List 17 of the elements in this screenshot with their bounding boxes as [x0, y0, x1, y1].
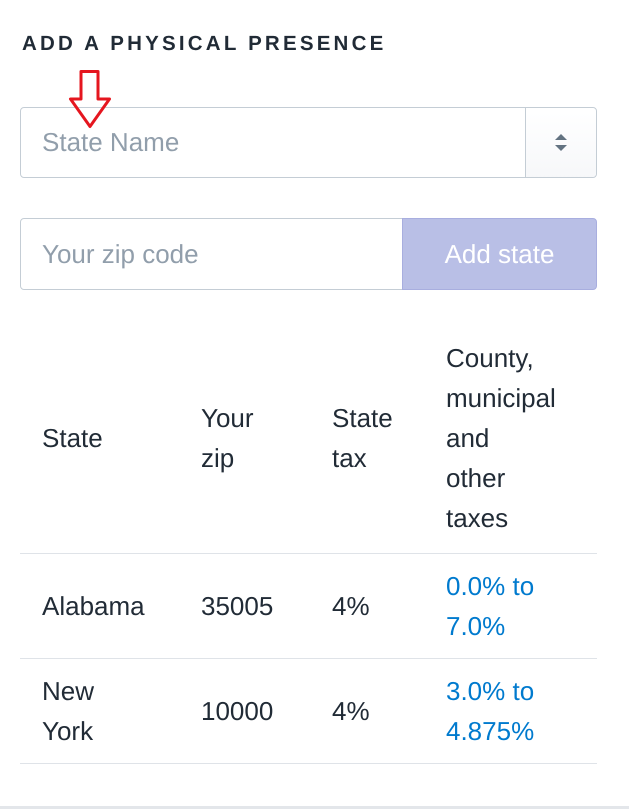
column-header: State [20, 323, 180, 554]
chevron-up-down-icon [555, 134, 567, 151]
tax-range-link[interactable]: 0.0% to 7.0% [446, 566, 557, 646]
column-header: Your zip [180, 323, 311, 554]
zip-code-field[interactable]: Your zip code [20, 218, 403, 290]
tax-range-link[interactable]: 3.0% to 4.875% [446, 671, 557, 751]
table-cell: 4% [311, 658, 425, 764]
column-header: State tax [311, 323, 425, 554]
table-cell: New York [20, 658, 180, 764]
table-cell: 10000 [180, 658, 311, 764]
table-cell: Alabama [20, 554, 180, 658]
state-select[interactable]: State Name [20, 107, 597, 178]
down-arrow-icon [68, 70, 112, 129]
column-header: County, municipal and other taxes [425, 323, 597, 554]
table-cell: 4% [311, 554, 425, 658]
table-cell: 35005 [180, 554, 311, 658]
section-title: ADD A PHYSICAL PRESENCE [22, 32, 388, 56]
